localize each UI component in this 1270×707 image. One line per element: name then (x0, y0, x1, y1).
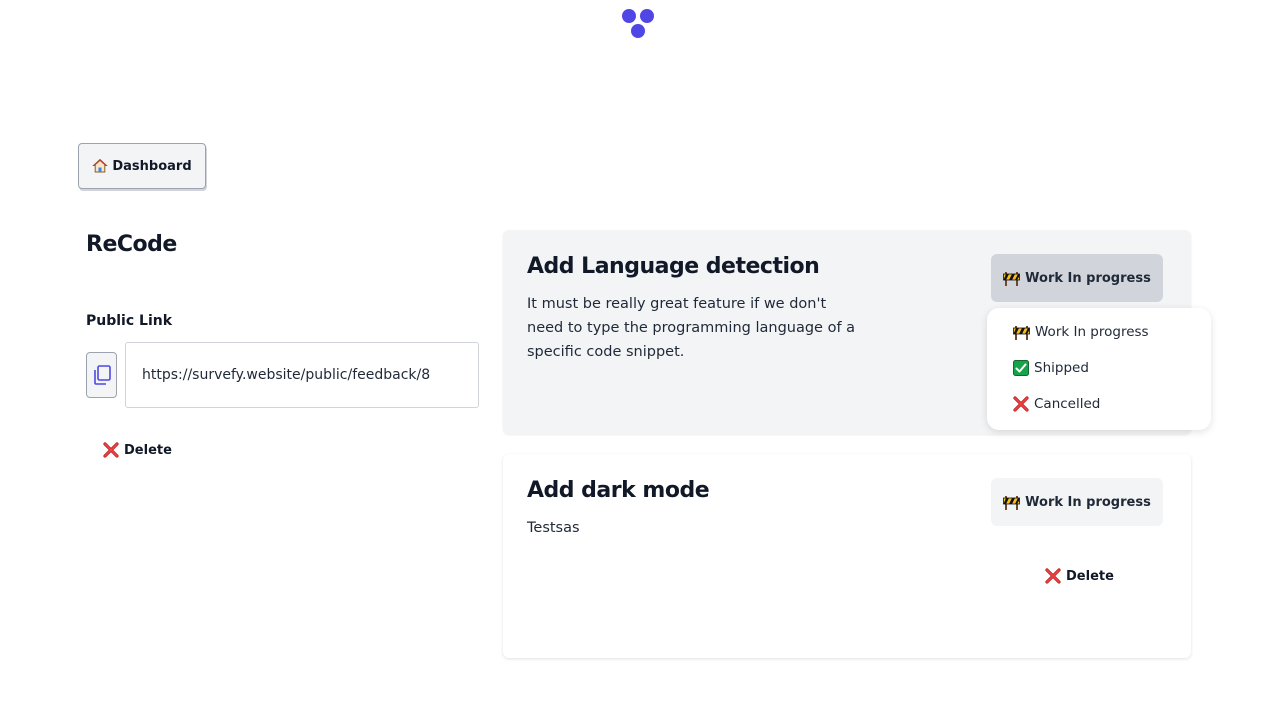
construction-barrier-icon (1003, 495, 1021, 510)
cross-mark-icon (1045, 568, 1061, 584)
status-option-label: Shipped (1034, 360, 1089, 376)
feedback-title: Add Language detection (527, 254, 820, 279)
status-dropdown-button[interactable]: Work In progress (991, 478, 1163, 526)
construction-barrier-icon (1013, 325, 1030, 340)
construction-barrier-icon (1003, 271, 1021, 286)
delete-label: Delete (124, 442, 172, 458)
status-dropdown-menu: Work In progress Shipped Cancelled (987, 308, 1211, 430)
house-icon (92, 158, 109, 173)
delete-project-button[interactable]: Delete (103, 442, 172, 458)
feedback-title: Add dark mode (527, 478, 710, 503)
status-option-shipped[interactable]: Shipped (987, 350, 1211, 386)
status-label: Work In progress (1025, 494, 1151, 510)
delete-label: Delete (1066, 568, 1114, 584)
project-title: ReCode (86, 232, 177, 257)
copy-icon (93, 365, 111, 385)
copy-link-button[interactable] (86, 352, 117, 398)
status-option-cancelled[interactable]: Cancelled (987, 386, 1211, 422)
status-option-label: Cancelled (1034, 396, 1101, 412)
dashboard-label: Dashboard (112, 158, 192, 174)
status-label: Work In progress (1025, 270, 1151, 286)
public-link-label: Public Link (86, 313, 173, 329)
status-option-work-in-progress[interactable]: Work In progress (987, 314, 1211, 350)
status-option-label: Work In progress (1035, 324, 1149, 340)
cross-mark-icon (1013, 396, 1029, 412)
feedback-description: It must be really great feature if we do… (527, 296, 856, 360)
logo-icon[interactable] (620, 7, 656, 39)
public-link-input[interactable] (125, 342, 479, 408)
check-mark-icon (1013, 360, 1029, 376)
feedback-card: Add dark mode Testsas Work In progress D… (503, 454, 1191, 658)
dashboard-button[interactable]: Dashboard (78, 143, 206, 189)
cross-mark-icon (103, 442, 119, 458)
feedback-description: Testsas (527, 520, 580, 536)
delete-feedback-button[interactable]: Delete (1045, 568, 1114, 584)
status-dropdown-button[interactable]: Work In progress (991, 254, 1163, 302)
